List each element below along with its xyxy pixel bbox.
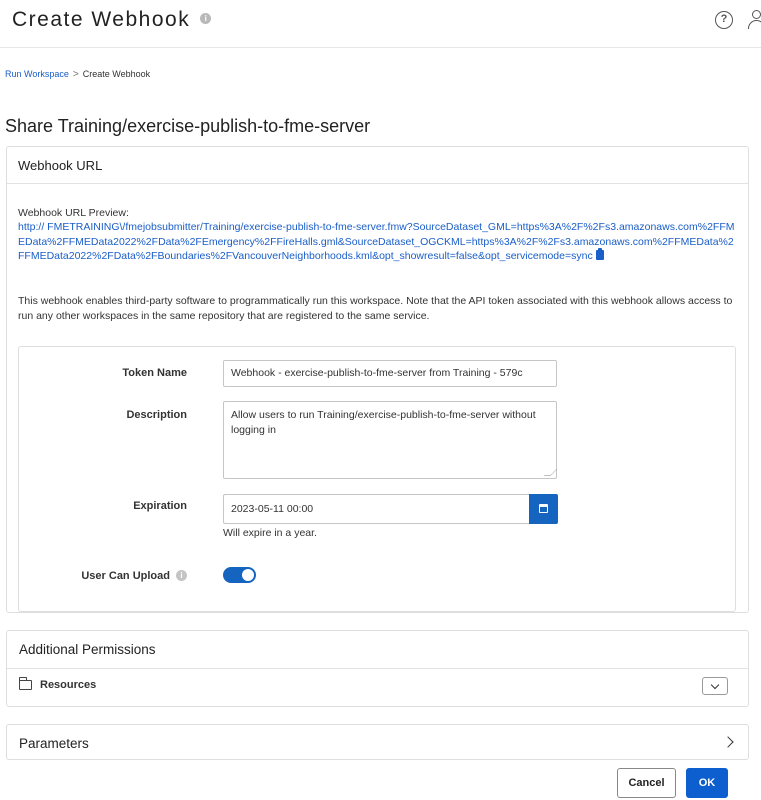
- breadcrumb-current: Create Webhook: [82, 69, 151, 79]
- description-label: Description: [126, 409, 187, 421]
- resources-expand-button[interactable]: [702, 677, 728, 695]
- chevron-right-icon[interactable]: [722, 736, 734, 748]
- parameters-title: Parameters: [19, 736, 89, 751]
- webhook-url-card: Webhook URL Webhook URL Preview: http://…: [6, 146, 749, 613]
- description-text: Allow users to run Training/exercise-pub…: [231, 409, 536, 436]
- top-icons: ?: [715, 10, 761, 30]
- token-form: Token Name Webhook - exercise-publish-to…: [18, 346, 736, 612]
- breadcrumb-run-workspace[interactable]: Run Workspace: [5, 69, 69, 79]
- expiration-hint: Will expire in a year.: [223, 527, 317, 539]
- resources-row[interactable]: Resources: [19, 677, 97, 691]
- parameters-card[interactable]: Parameters: [6, 724, 749, 760]
- webhook-url-header: Webhook URL: [7, 147, 748, 184]
- resize-handle-icon[interactable]: [543, 469, 558, 476]
- user-can-upload-toggle[interactable]: [223, 567, 256, 583]
- breadcrumb-separator-icon: >: [72, 69, 79, 80]
- share-title: Share Training/exercise-publish-to-fme-s…: [5, 116, 371, 136]
- webhook-url-text[interactable]: http:// FMETRAINING\/fmejobsubmitter/Tra…: [18, 221, 734, 262]
- expiration-label: Expiration: [133, 500, 187, 512]
- cancel-button[interactable]: Cancel: [617, 768, 676, 798]
- breadcrumb: Run Workspace > Create Webhook: [5, 69, 150, 80]
- user-icon[interactable]: [747, 10, 761, 30]
- description-textarea[interactable]: Allow users to run Training/exercise-pub…: [223, 401, 558, 479]
- ok-button[interactable]: OK: [686, 768, 728, 798]
- user-icon-body: [748, 20, 761, 29]
- folder-icon: [19, 677, 32, 690]
- toggle-knob: [242, 569, 254, 581]
- page-title: Create Webhook i: [12, 8, 212, 32]
- webhook-url-preview[interactable]: http:// FMETRAINING\/fmejobsubmitter/Tra…: [18, 220, 740, 264]
- expiration-input[interactable]: 2023-05-11 00:00: [223, 494, 530, 524]
- calendar-button[interactable]: [529, 494, 558, 524]
- page-title-text: Create Webhook: [12, 8, 191, 31]
- webhook-url-preview-label: Webhook URL Preview:: [18, 207, 129, 219]
- upload-info-icon[interactable]: i: [176, 569, 187, 581]
- clipboard-icon[interactable]: [595, 248, 604, 260]
- webhook-note: This webhook enables third-party softwar…: [18, 295, 733, 322]
- resources-label: Resources: [40, 679, 97, 691]
- additional-permissions-header: Additional Permissions: [7, 631, 748, 669]
- additional-permissions-card: Additional Permissions Resources: [6, 630, 749, 707]
- token-name-label: Token Name: [122, 367, 187, 379]
- chevron-down-icon: [710, 680, 720, 690]
- info-icon[interactable]: i: [200, 12, 212, 24]
- token-name-input[interactable]: Webhook - exercise-publish-to-fme-server…: [223, 360, 557, 387]
- user-can-upload-text: User Can Upload: [81, 570, 170, 582]
- help-icon[interactable]: ?: [715, 11, 733, 29]
- calendar-icon: [539, 504, 548, 513]
- user-can-upload-label: User Can Upload i: [19, 569, 187, 582]
- user-icon-head: [752, 10, 761, 19]
- top-bar: Create Webhook i ?: [0, 0, 761, 48]
